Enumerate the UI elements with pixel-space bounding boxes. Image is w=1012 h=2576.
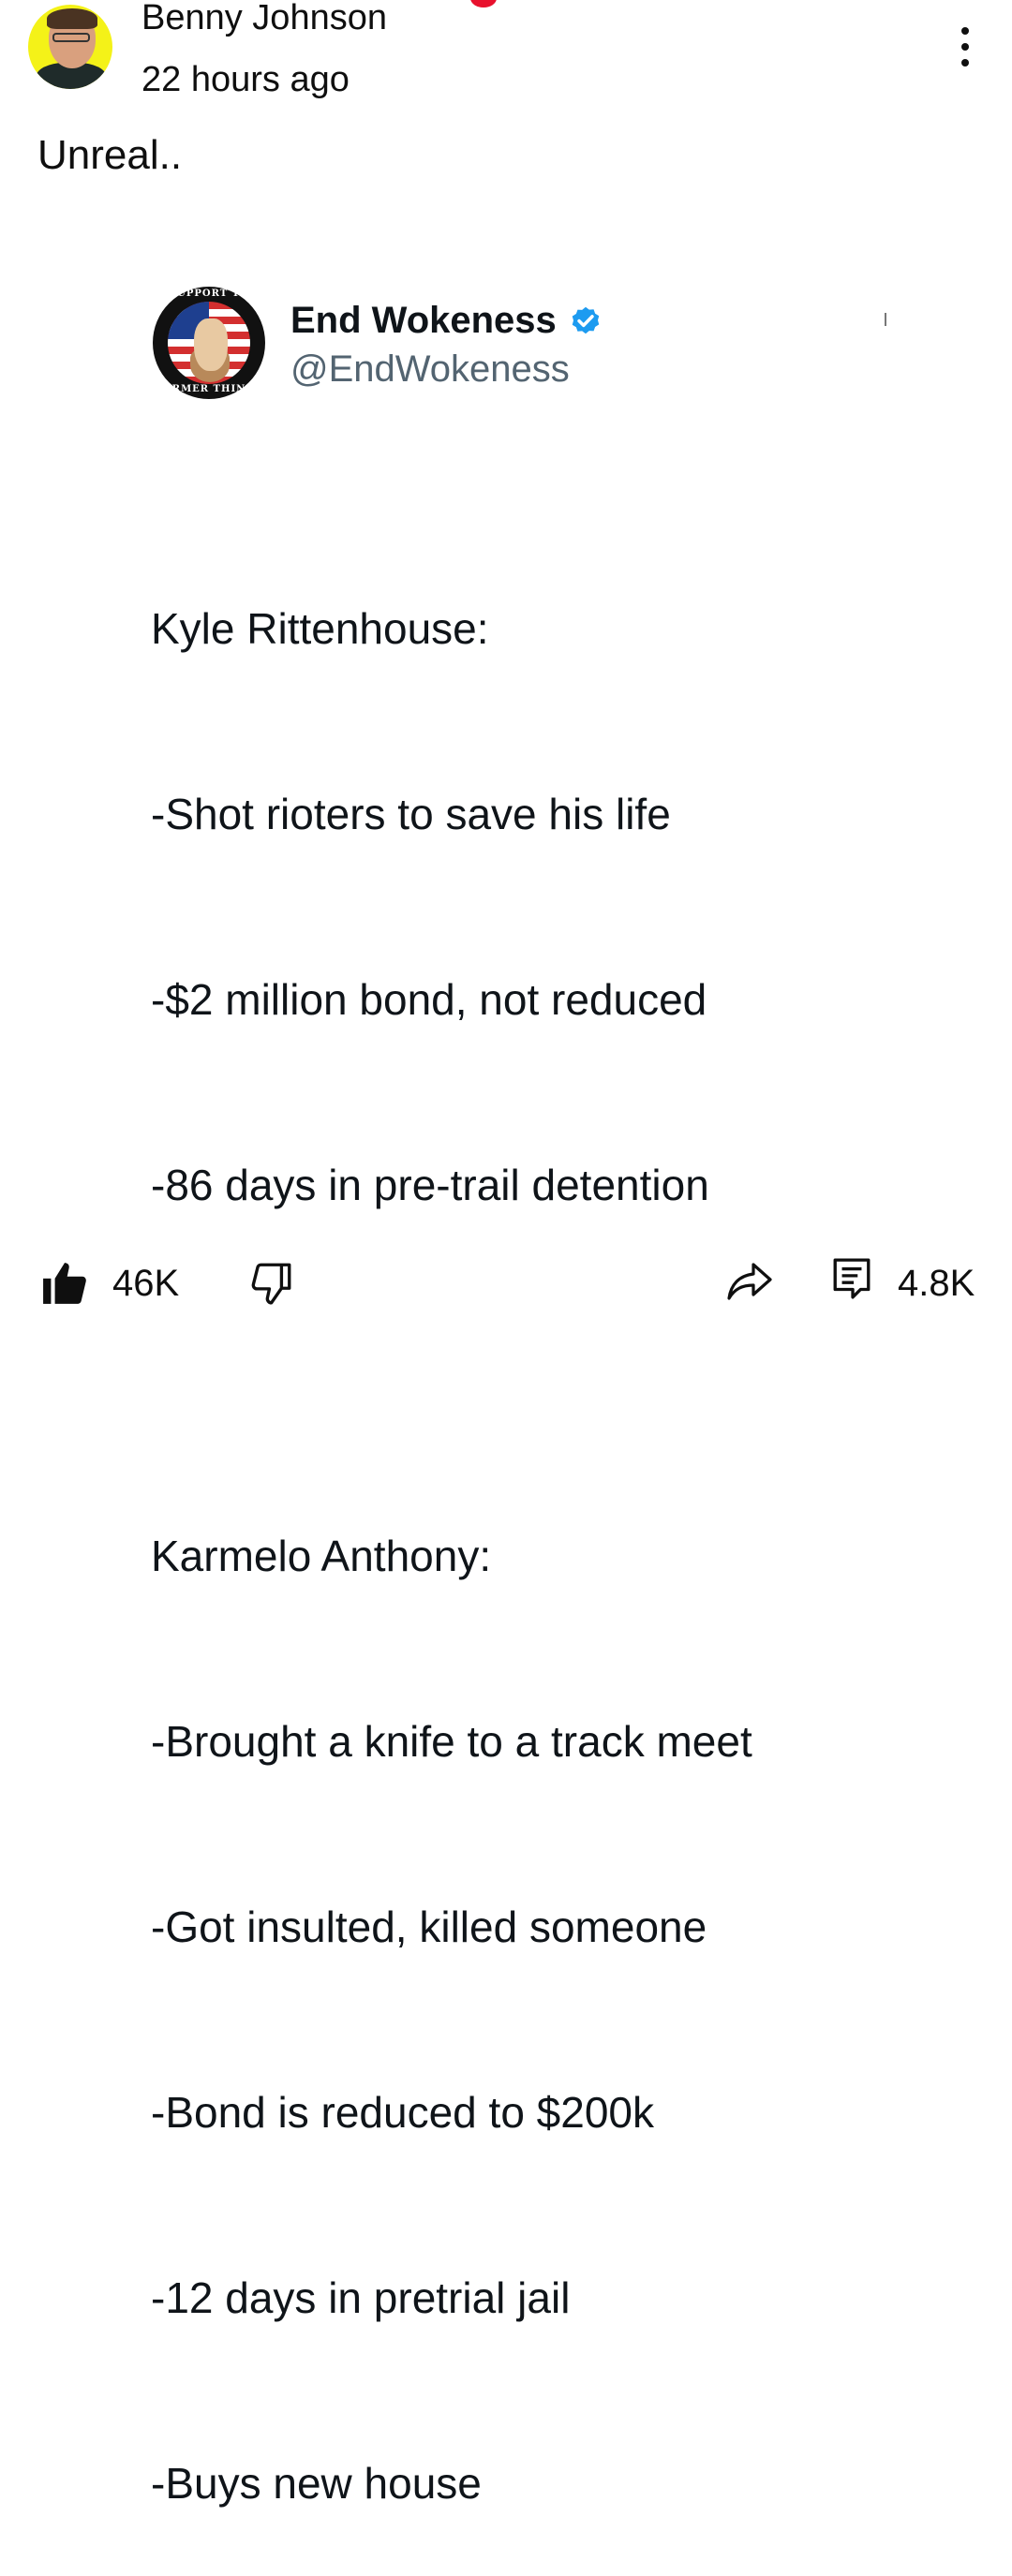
avatar-head — [194, 318, 228, 371]
embed-divider-mark — [885, 313, 886, 326]
embed-body: Kyle Rittenhouse: -Shot rioters to save … — [151, 474, 752, 2576]
avatar-glasses — [52, 33, 90, 42]
post-text: Unreal.. — [37, 132, 183, 178]
embed-line: Kyle Rittenhouse: — [151, 604, 489, 653]
embed-line: -Shot rioters to save his life — [151, 790, 671, 838]
post-header: Benny Johnson 22 hours ago — [0, 0, 1012, 122]
embed-display-name: End Wokeness — [290, 300, 557, 341]
avatar-badge-bottom-text: FORMER THINGS — [155, 384, 263, 394]
embed-line: -12 days in pretrial jail — [151, 2273, 571, 2322]
more-vertical-icon — [961, 27, 969, 35]
verified-badge-icon — [572, 306, 600, 334]
share-icon[interactable] — [724, 1261, 775, 1302]
embed-avatar: I SUPPORT THE FORMER THINGS — [153, 287, 265, 399]
notification-dot — [470, 0, 497, 7]
author-avatar[interactable] — [28, 5, 112, 89]
embed-line: -Brought a knife to a track meet — [151, 1717, 752, 1766]
embed-line-spacer — [151, 1340, 752, 1401]
post-timestamp: 22 hours ago — [141, 60, 350, 99]
embed-handle: @EndWokeness — [290, 348, 570, 390]
avatar-flag — [168, 302, 250, 384]
embed-line: -Buys new house — [151, 2459, 482, 2508]
avatar-hair — [47, 8, 97, 29]
embed-line: Karmelo Anthony: — [151, 1532, 492, 1580]
action-bar: 46K 4.8K — [0, 1246, 1012, 1305]
embed-line: -$2 million bond, not reduced — [151, 975, 707, 1024]
more-options-button[interactable] — [942, 23, 989, 70]
embed-line: -Got insulted, killed someone — [151, 1902, 707, 1951]
embed-line: -Bond is reduced to $200k — [151, 2088, 655, 2137]
comment-icon[interactable] — [832, 1257, 871, 1300]
more-vertical-icon-dot — [961, 43, 969, 51]
embed-line: -86 days in pre-trail detention — [151, 1161, 709, 1209]
avatar-badge-top-text: I SUPPORT THE — [159, 289, 259, 299]
embed-name-row: End Wokeness — [290, 298, 603, 343]
more-vertical-icon-dot — [961, 59, 969, 67]
author-name[interactable]: Benny Johnson — [141, 0, 387, 39]
